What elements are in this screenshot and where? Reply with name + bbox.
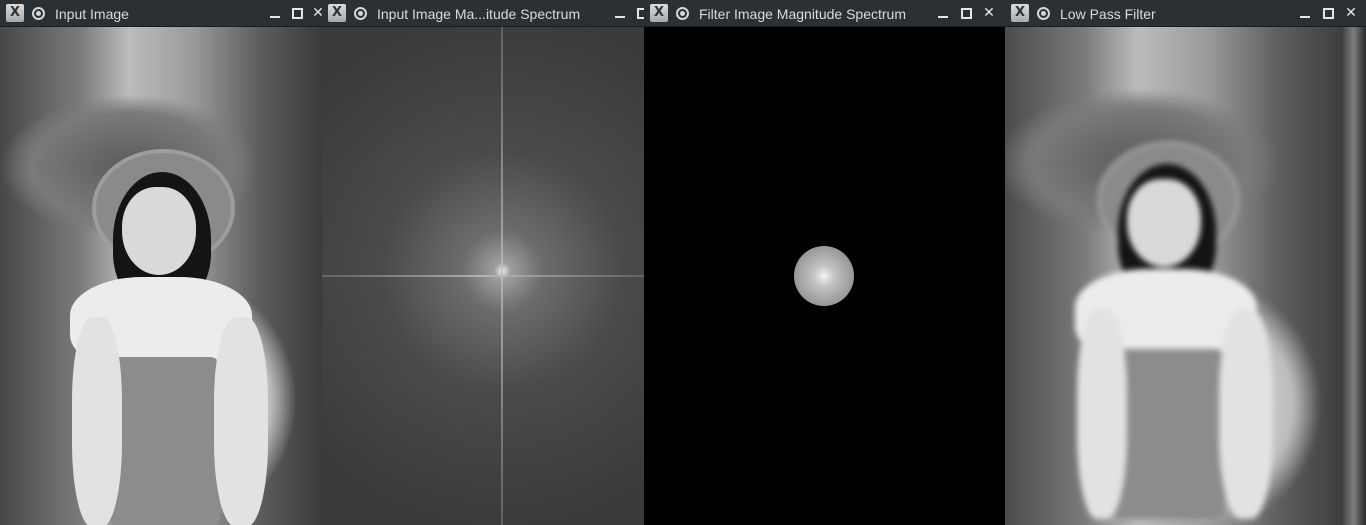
blurred-image <box>1005 27 1341 525</box>
maximize-icon[interactable] <box>288 4 306 22</box>
face <box>122 187 196 275</box>
maximize-icon[interactable] <box>633 4 644 22</box>
spectrum-horizontal-axis <box>322 275 644 277</box>
close-icon[interactable]: ✕ <box>1342 4 1360 22</box>
input-magnitude-spectrum <box>322 27 644 525</box>
sleeve-right <box>1219 309 1273 519</box>
maximize-icon[interactable] <box>1319 4 1337 22</box>
sleeve-left <box>72 317 122 525</box>
titlebar[interactable]: X Input Image ✕ <box>0 0 322 27</box>
x-window-icon[interactable]: X <box>650 4 668 22</box>
minimize-icon[interactable] <box>934 4 952 22</box>
pin-icon[interactable] <box>32 7 45 20</box>
pin-icon[interactable] <box>676 7 689 20</box>
maximize-icon[interactable] <box>957 4 975 22</box>
low-pass-disc <box>794 246 854 306</box>
close-icon[interactable]: ✕ <box>309 4 322 22</box>
window-input-spectrum: X Input Image Ma...itude Spectrum <box>322 0 644 525</box>
face <box>1127 179 1201 267</box>
input-image <box>0 27 322 525</box>
low-pass-output <box>1005 27 1341 525</box>
titlebar[interactable]: X Filter Image Magnitude Spectrum ✕ <box>644 0 1005 27</box>
pin-icon[interactable] <box>354 7 367 20</box>
window-title: Low Pass Filter <box>1060 6 1156 22</box>
minimize-icon[interactable] <box>1296 4 1314 22</box>
close-icon[interactable]: ✕ <box>980 4 998 22</box>
dress <box>1113 349 1225 519</box>
spectrum-vertical-axis <box>501 27 503 525</box>
window-filter-spectrum: X Filter Image Magnitude Spectrum ✕ <box>644 0 1005 525</box>
window-low-pass-filter: X Low Pass Filter ✕ <box>1005 0 1366 525</box>
minimize-icon[interactable] <box>266 4 284 22</box>
minimize-icon[interactable] <box>611 4 629 22</box>
titlebar[interactable]: X Input Image Ma...itude Spectrum <box>322 0 644 27</box>
sleeve-left <box>1077 309 1127 519</box>
window-title: Filter Image Magnitude Spectrum <box>699 6 906 22</box>
x-window-icon[interactable]: X <box>328 4 346 22</box>
x-window-icon[interactable]: X <box>1011 4 1029 22</box>
filter-magnitude-spectrum <box>644 27 1005 525</box>
pin-icon[interactable] <box>1037 7 1050 20</box>
window-input-image: X Input Image ✕ <box>0 0 322 525</box>
sleeve-right <box>214 317 268 525</box>
window-title: Input Image <box>55 6 129 22</box>
right-edge-strip <box>1341 27 1366 525</box>
dress <box>108 357 220 525</box>
x-window-icon[interactable]: X <box>6 4 24 22</box>
window-title: Input Image Ma...itude Spectrum <box>377 6 581 22</box>
titlebar[interactable]: X Low Pass Filter ✕ <box>1005 0 1366 27</box>
